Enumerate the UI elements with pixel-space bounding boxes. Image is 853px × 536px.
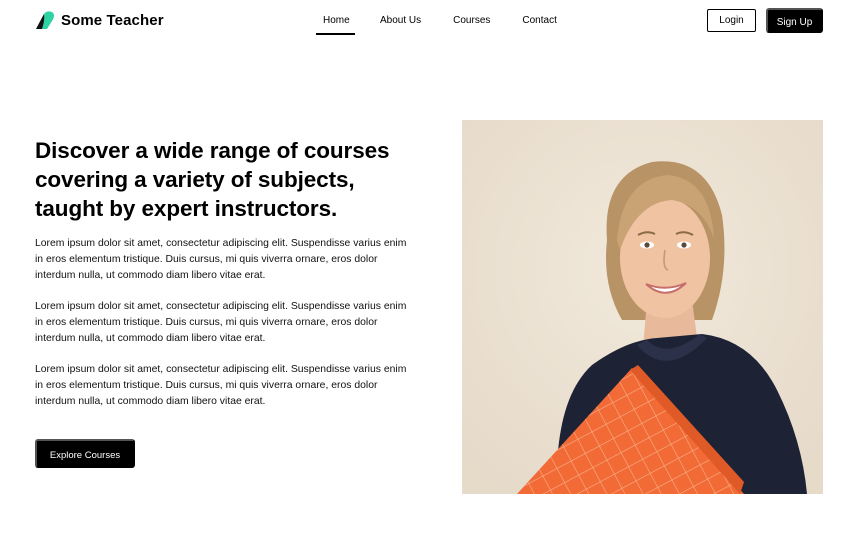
leaf-logo-icon xyxy=(36,11,54,30)
nav-link-contact[interactable]: Contact xyxy=(515,7,563,35)
hero-paragraph: Lorem ipsum dolor sit amet, consectetur … xyxy=(35,238,407,281)
signup-button[interactable]: Sign Up xyxy=(766,8,823,33)
hero-paragraph: Lorem ipsum dolor sit amet, consectetur … xyxy=(35,364,407,407)
nav-link-courses[interactable]: Courses xyxy=(446,7,497,35)
nav-link-about-us[interactable]: About Us xyxy=(373,7,428,35)
hero-paragraph: Lorem ipsum dolor sit amet, consectetur … xyxy=(35,301,407,344)
login-button[interactable]: Login xyxy=(707,9,756,32)
brand[interactable]: Some Teacher xyxy=(35,11,164,30)
top-navbar: Some Teacher Home About Us Courses Conta… xyxy=(0,0,853,42)
explore-courses-button[interactable]: Explore Courses xyxy=(35,439,135,468)
brand-name: Some Teacher xyxy=(61,12,164,29)
hero-headline: Discover a wide range of courses coverin… xyxy=(35,138,390,221)
main-menu: Home About Us Courses Contact xyxy=(316,7,564,35)
nav-link-home[interactable]: Home xyxy=(316,7,355,35)
teacher-photo xyxy=(462,120,823,494)
